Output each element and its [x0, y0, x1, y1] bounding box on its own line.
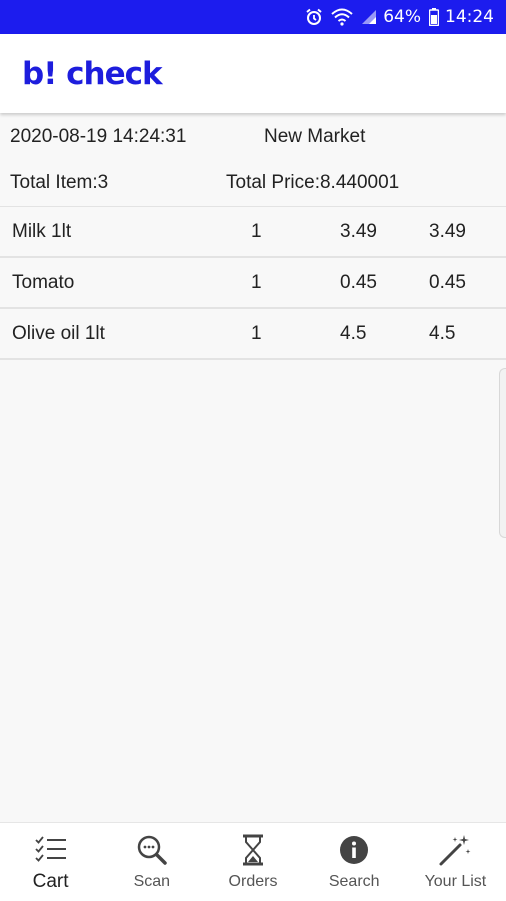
magic-wand-icon	[438, 833, 472, 867]
nav-label: Search	[328, 873, 380, 890]
nav-label: Orders	[228, 873, 278, 890]
item-price: 0.45	[340, 272, 377, 293]
hourglass-icon	[241, 833, 265, 867]
item-qty: 1	[251, 272, 262, 293]
side-drawer-handle[interactable]	[499, 368, 506, 538]
nav-cart[interactable]: Cart	[0, 823, 101, 901]
item-total: 0.45	[429, 272, 466, 293]
nav-label: Cart	[32, 871, 69, 892]
magnifier-icon	[136, 833, 168, 867]
list-item[interactable]: Tomato 1 0.45 0.45	[0, 258, 506, 309]
wifi-icon	[331, 8, 353, 26]
checklist-icon	[34, 833, 68, 867]
item-qty: 1	[251, 221, 262, 242]
alarm-icon	[305, 8, 323, 26]
status-bar: 64% 14:24	[0, 0, 506, 34]
item-price: 3.49	[340, 221, 377, 242]
item-total: 4.5	[429, 323, 456, 344]
signal-icon	[361, 9, 377, 25]
list-item[interactable]: Milk 1lt 1 3.49 3.49	[0, 206, 506, 258]
bottom-nav: Cart Scan Orders Search Your List	[0, 822, 506, 901]
nav-label: Scan	[133, 873, 171, 890]
order-meta: 2020-08-19 14:24:31 New Market	[0, 114, 506, 160]
item-qty: 1	[251, 323, 262, 344]
total-items: Total Item:3	[10, 172, 109, 193]
item-name: Tomato	[12, 272, 75, 293]
nav-orders[interactable]: Orders	[202, 823, 303, 901]
total-price: Total Price:8.440001	[226, 172, 400, 193]
item-name: Olive oil 1lt	[12, 323, 105, 344]
order-datetime: 2020-08-19 14:24:31	[10, 126, 187, 147]
clock: 14:24	[445, 7, 494, 27]
item-total: 3.49	[429, 221, 466, 242]
order-market: New Market	[264, 126, 366, 147]
app-logo: b! check	[22, 55, 163, 92]
list-item[interactable]: Olive oil 1lt 1 4.5 4.5	[0, 309, 506, 360]
nav-search[interactable]: Search	[304, 823, 405, 901]
item-price: 4.5	[340, 323, 367, 344]
battery-percent: 64%	[383, 7, 421, 27]
info-icon	[339, 833, 369, 867]
nav-scan[interactable]: Scan	[101, 823, 202, 901]
nav-your-list[interactable]: Your List	[405, 823, 506, 901]
item-name: Milk 1lt	[12, 221, 72, 242]
item-list: Milk 1lt 1 3.49 3.49 Tomato 1 0.45 0.45 …	[0, 206, 506, 360]
app-header: b! check	[0, 34, 506, 113]
nav-label: Your List	[424, 873, 487, 890]
order-totals: Total Item:3 Total Price:8.440001	[0, 160, 506, 206]
battery-icon	[429, 8, 439, 26]
